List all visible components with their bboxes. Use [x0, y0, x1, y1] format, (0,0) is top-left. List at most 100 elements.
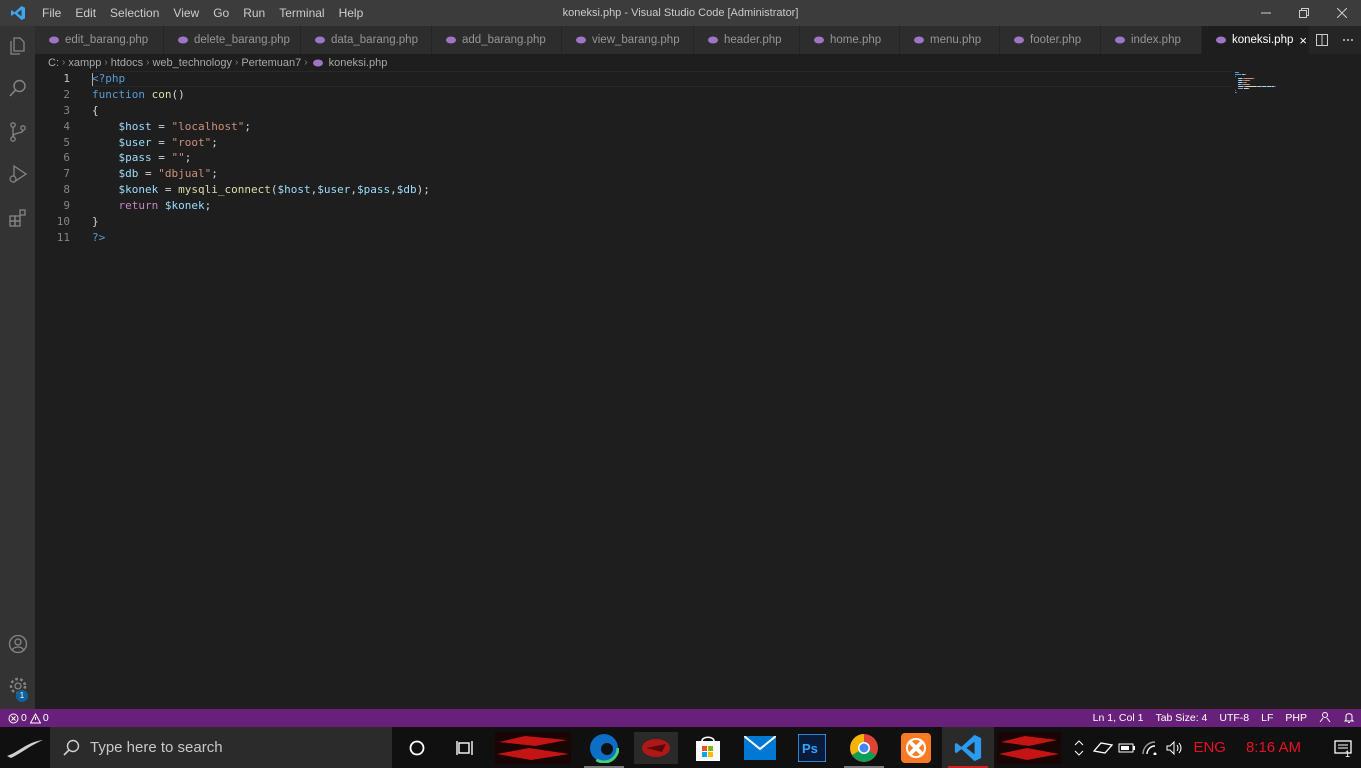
end-of-line[interactable]: LF	[1255, 712, 1279, 724]
code-line[interactable]: $host = "localhost";	[92, 119, 430, 135]
chevron-right-icon: ›	[62, 57, 66, 68]
code-editor[interactable]: 1 2 3 4 5 6 7 8 9 10 11 <?php function con(){ $host…	[35, 71, 1361, 709]
explorer-icon[interactable]	[0, 26, 35, 66]
tab-koneksi[interactable]: koneksi.php ×	[1202, 26, 1314, 54]
code-token: ""	[171, 151, 185, 165]
close-tab-icon[interactable]: ×	[1299, 33, 1307, 48]
tab-add-barang[interactable]: add_barang.php	[432, 26, 562, 54]
extensions-icon[interactable]	[0, 198, 35, 238]
code-token: ()	[171, 87, 185, 101]
tab-footer[interactable]: footer.php	[1000, 26, 1101, 54]
php-file-icon	[178, 36, 188, 44]
code-line[interactable]: $user = "root";	[92, 135, 430, 151]
menu-run[interactable]: Run	[236, 0, 272, 26]
vscode-taskbar-icon[interactable]	[942, 727, 994, 768]
tab-menu[interactable]: menu.php	[900, 26, 1000, 54]
close-window-button[interactable]	[1323, 0, 1361, 26]
accounts-icon[interactable]	[0, 624, 35, 664]
code-line[interactable]: function con()	[92, 87, 430, 103]
code-token: return	[118, 199, 159, 213]
wifi-icon[interactable]	[1139, 727, 1163, 768]
breadcrumb-item[interactable]: xampp	[68, 57, 101, 69]
tab-index[interactable]: index.php	[1101, 26, 1202, 54]
breadcrumb-item[interactable]: web_technology	[152, 57, 232, 69]
cursor-position[interactable]: Ln 1, Col 1	[1087, 712, 1150, 724]
menu-view[interactable]: View	[166, 0, 206, 26]
rog-armoury-icon[interactable]	[630, 727, 682, 768]
more-actions-icon[interactable]	[1335, 26, 1361, 54]
tab-view-barang[interactable]: view_barang.php	[562, 26, 694, 54]
menu-help[interactable]: Help	[332, 0, 371, 26]
file-encoding[interactable]: UTF-8	[1213, 712, 1255, 724]
breadcrumb-item[interactable]: htdocs	[111, 57, 143, 69]
clock[interactable]: 8:16 AM	[1232, 739, 1325, 756]
battery-icon[interactable]	[1115, 727, 1139, 768]
rog-tray-icon[interactable]	[1091, 727, 1115, 768]
code-line[interactable]: {	[92, 103, 430, 119]
edge-icon[interactable]	[578, 727, 630, 768]
code-line[interactable]: }	[92, 214, 430, 230]
code-lines[interactable]: <?php function con(){ $host = "localhost"…	[92, 71, 430, 246]
minimize-button[interactable]	[1247, 0, 1285, 26]
tab-home[interactable]: home.php	[800, 26, 900, 54]
action-center-icon[interactable]: 1	[1325, 727, 1361, 768]
code-line[interactable]: $pass = "";	[92, 150, 430, 166]
search-icon[interactable]	[0, 68, 35, 108]
breadcrumb-item[interactable]: C:	[48, 57, 59, 69]
restore-button[interactable]	[1285, 0, 1323, 26]
problems-indicator[interactable]: 0 0	[0, 712, 49, 724]
manage-gear-icon[interactable]: 1	[0, 666, 35, 706]
xampp-icon[interactable]	[890, 727, 942, 768]
code-token: =	[158, 183, 179, 197]
tab-header[interactable]: header.php	[694, 26, 800, 54]
tab-delete-barang[interactable]: delete_barang.php	[164, 26, 301, 54]
php-file-icon	[446, 36, 456, 44]
menu-file[interactable]: File	[35, 0, 68, 26]
php-file-icon	[914, 36, 924, 44]
volume-icon[interactable]	[1163, 727, 1187, 768]
task-view-icon[interactable]	[442, 727, 488, 768]
code-line[interactable]: $konek = mysqli_connect($host,$user,$pas…	[92, 182, 430, 198]
start-button[interactable]	[0, 727, 50, 768]
notifications-bell-icon[interactable]	[1337, 711, 1361, 726]
taskbar-search[interactable]: Type here to search	[50, 727, 392, 768]
chrome-icon[interactable]	[838, 727, 890, 768]
menu-edit[interactable]: Edit	[68, 0, 103, 26]
code-line[interactable]: return $konek;	[92, 198, 430, 214]
menu-terminal[interactable]: Terminal	[272, 0, 331, 26]
code-line[interactable]: ?>	[92, 230, 430, 246]
minimap-line	[1271, 86, 1275, 87]
tab-edit-barang[interactable]: edit_barang.php	[35, 26, 164, 54]
minimap-line	[1235, 76, 1236, 77]
tab-data-barang[interactable]: data_barang.php	[301, 26, 432, 54]
run-debug-icon[interactable]	[0, 154, 35, 194]
status-bar: 0 0 Ln 1, Col 1 Tab Size: 4 UTF-8 LF PHP	[0, 709, 1361, 727]
feedback-icon[interactable]	[1313, 711, 1337, 726]
menu-go[interactable]: Go	[206, 0, 236, 26]
breadcrumb-file[interactable]: koneksi.php	[329, 57, 388, 69]
code-line[interactable]: $db = "dbjual";	[92, 166, 430, 182]
tab-label: view_barang.php	[592, 34, 680, 46]
language-mode[interactable]: PHP	[1279, 712, 1313, 724]
source-control-icon[interactable]	[0, 112, 35, 152]
line-number: 1	[63, 72, 70, 85]
mail-icon[interactable]	[734, 727, 786, 768]
tab-size[interactable]: Tab Size: 4	[1149, 712, 1213, 724]
rog-app-icon[interactable]	[994, 727, 1064, 768]
breadcrumb-item[interactable]: Pertemuan7	[241, 57, 301, 69]
code-line[interactable]: <?php	[92, 71, 430, 87]
language-indicator[interactable]: ENG	[1187, 739, 1232, 756]
cortana-icon[interactable]	[392, 727, 442, 768]
store-icon[interactable]	[682, 727, 734, 768]
split-editor-icon[interactable]	[1309, 26, 1335, 54]
minimap-line	[1266, 86, 1267, 87]
minimap-line	[1235, 74, 1242, 75]
chevron-up-icon[interactable]	[1067, 727, 1091, 768]
minimap[interactable]	[1235, 71, 1295, 95]
menu-selection[interactable]: Selection	[103, 0, 166, 26]
rog-wallpaper-icon[interactable]	[488, 727, 578, 768]
photoshop-icon[interactable]: Ps	[786, 727, 838, 768]
